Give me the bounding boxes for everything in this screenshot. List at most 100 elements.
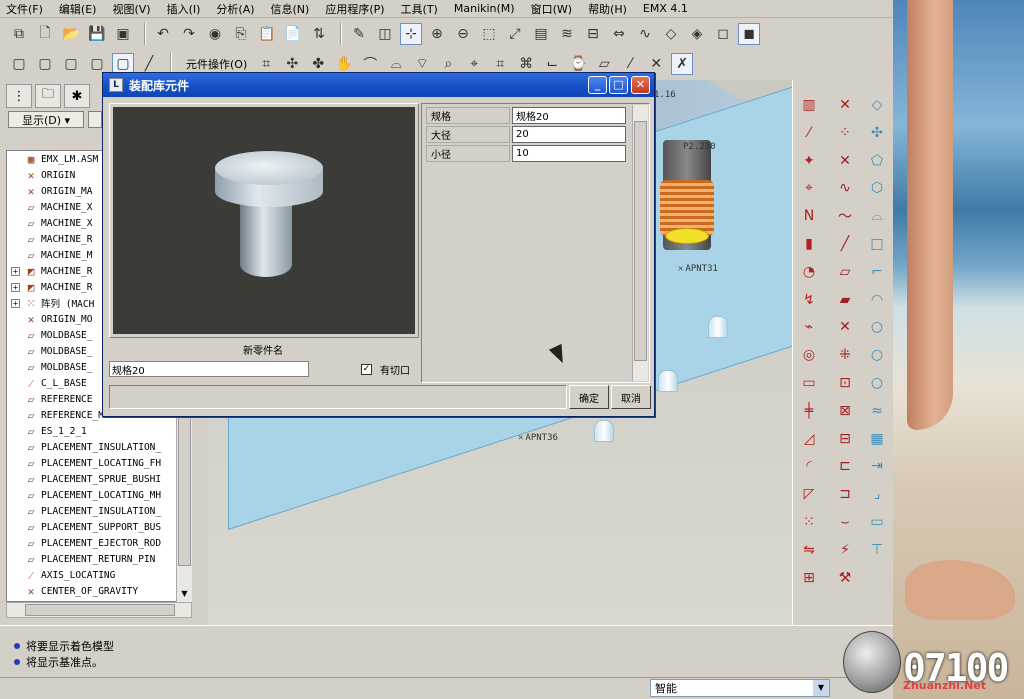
hole-icon[interactable]: ◎ (797, 344, 821, 366)
merge-icon[interactable]: ⊞ (797, 567, 821, 589)
square-icon[interactable]: □ (865, 233, 889, 255)
freestyle-icon[interactable]: ⬠ (865, 150, 889, 172)
extrude-icon[interactable]: ▮ (797, 233, 821, 255)
menu-item[interactable]: EMX 4.1 (643, 2, 688, 15)
corner-icon[interactable]: ⌐ (865, 261, 889, 283)
ok-button[interactable]: 确定 (569, 385, 609, 409)
spin-center-icon[interactable]: ⊹ (400, 23, 422, 45)
point-field-icon[interactable]: ✕ (833, 150, 857, 172)
revolve-icon[interactable]: ◔ (797, 261, 821, 283)
orient-icon[interactable]: ◫ (374, 23, 396, 45)
settings-menu-button[interactable] (88, 111, 102, 128)
tab-model-tree[interactable]: ⋮ (6, 84, 32, 108)
save-icon[interactable]: 💾 (86, 23, 108, 45)
point-offset-icon[interactable]: ⁘ (833, 122, 857, 144)
tee-icon[interactable]: ⊤ (865, 539, 889, 561)
draft-icon[interactable]: ◿ (797, 428, 821, 450)
paste-icon[interactable]: 📋 (256, 23, 278, 45)
analysis-icon[interactable]: ∿ (634, 23, 656, 45)
hidden-line-icon[interactable]: ◈ (686, 23, 708, 45)
expand-icon[interactable]: + (11, 266, 20, 276)
dialog-titlebar[interactable]: L 装配库元件 (103, 73, 654, 97)
tree-item[interactable]: ⁄ AXIS_LOCATING (7, 567, 191, 583)
arrow-tool-icon[interactable]: ⇥ (865, 455, 889, 477)
curve-from-eq-icon[interactable]: ⌣ (833, 511, 857, 533)
copy-icon[interactable]: ⎘ (230, 23, 252, 45)
ring-tool-2-icon[interactable]: ○ (865, 344, 889, 366)
cube-icon[interactable]: ▢ (8, 53, 30, 75)
datum-plane-tool-icon[interactable]: ▥ (797, 94, 821, 116)
table-scroll-thumb[interactable] (634, 121, 647, 361)
shading-icon[interactable]: ◼ (738, 23, 760, 45)
notch-checkbox-wrap[interactable]: ✓ 有切口 (361, 362, 410, 377)
expand-icon[interactable]: + (11, 298, 20, 308)
rib-icon[interactable]: ╪ (797, 400, 821, 422)
menu-item[interactable]: 窗口(W) (531, 1, 572, 17)
tab-folder-browser[interactable]: 🗀 (35, 84, 61, 108)
extend-icon[interactable]: ⊐ (833, 483, 857, 505)
notch-checkbox[interactable]: ✓ (361, 364, 372, 375)
menu-item[interactable]: 插入(I) (167, 1, 201, 17)
analysis-point-icon[interactable]: ⁜ (833, 344, 857, 366)
menu-item[interactable]: 工具(T) (401, 1, 438, 17)
cube-3-icon[interactable]: ▢ (60, 53, 82, 75)
curve-icon[interactable]: ∿ (833, 177, 857, 199)
repaint-icon[interactable]: ✎ (348, 23, 370, 45)
warp-icon[interactable]: ⬡ (865, 177, 889, 199)
component-ops-label[interactable]: 元件操作(O) (186, 56, 247, 72)
new-component-icon[interactable]: N (797, 205, 821, 227)
regenerate-icon[interactable]: ◉ (204, 23, 226, 45)
redo-icon[interactable]: ↷ (178, 23, 200, 45)
measure-icon[interactable]: ⇔ (608, 23, 630, 45)
tree-item[interactable]: ▱ PLACEMENT_RETURN_PIN (7, 551, 191, 567)
surface-tool-icon[interactable]: ◇ (865, 94, 889, 116)
show-menu-button[interactable]: 显示(D) ▾ (8, 111, 84, 128)
message-field[interactable] (109, 385, 567, 409)
hscroll-thumb[interactable] (25, 604, 175, 616)
param-value[interactable]: 规格20 (512, 107, 626, 124)
datum-point-tool-icon[interactable]: ✦ (797, 150, 821, 172)
menu-item[interactable]: 帮助(H) (588, 1, 627, 17)
paste-special-icon[interactable]: 📄 (282, 23, 304, 45)
point-icon[interactable]: ✕ (833, 316, 857, 338)
sort-icon[interactable]: ⇅ (308, 23, 330, 45)
shell-icon[interactable]: ▭ (797, 372, 821, 394)
menu-item[interactable]: Manikin(M) (454, 2, 515, 15)
zoom-out-icon[interactable]: ⊖ (452, 23, 474, 45)
no-hidden-icon[interactable]: ◻ (712, 23, 734, 45)
tree-item[interactable]: ▱ PLACEMENT_LOCATING_FH (7, 455, 191, 471)
menu-item[interactable]: 应用程序(P) (325, 1, 384, 17)
cancel-button[interactable]: 取消 (611, 385, 651, 409)
pattern-tool-icon[interactable]: ⁙ (797, 511, 821, 533)
table-scrollbar[interactable] (632, 105, 648, 381)
plane-icon[interactable]: ▱ (833, 261, 857, 283)
bolt-icon[interactable]: ⚡ (833, 539, 857, 561)
tree-item[interactable]: ▱ PLACEMENT_LOCATING_MH (7, 487, 191, 503)
menu-item[interactable]: 信息(N) (271, 1, 310, 17)
part-name-input[interactable]: 规格20 (109, 361, 309, 377)
filter-select[interactable]: 智能 ▼ (650, 679, 830, 697)
datum-axis-tool-icon[interactable]: ⁄ (797, 122, 821, 144)
grid-icon[interactable]: ▦ (865, 428, 889, 450)
scroll-down-icon[interactable]: ▼ (178, 587, 191, 601)
sketch-curve-icon[interactable]: ～ (833, 205, 857, 227)
undo-icon[interactable]: ↶ (152, 23, 174, 45)
csys-tool-icon[interactable]: ⌖ (797, 177, 821, 199)
reorient-icon[interactable]: ⤢ (504, 23, 526, 45)
saved-views-icon[interactable]: ▤ (530, 23, 552, 45)
view-manager-icon[interactable]: ⊟ (582, 23, 604, 45)
cube-2-icon[interactable]: ▢ (34, 53, 56, 75)
open-file-icon[interactable]: 📂 (60, 23, 82, 45)
minimize-icon[interactable]: _ (588, 76, 607, 94)
blend-icon[interactable]: ⌁ (797, 316, 821, 338)
fillet-icon[interactable]: ◠ (865, 289, 889, 311)
merge-quilt-icon[interactable]: ⊟ (833, 428, 857, 450)
tree-item[interactable]: ▱ PLACEMENT_INSULATION_ (7, 503, 191, 519)
tree-item[interactable]: ▱ PLACEMENT_EJECTOR_ROD (7, 535, 191, 551)
new-file-icon[interactable]: 🗋 (34, 23, 56, 45)
trim-icon[interactable]: ⊏ (833, 455, 857, 477)
box-tool-icon[interactable]: ▭ (865, 511, 889, 533)
layers-icon[interactable]: ≋ (556, 23, 578, 45)
boundary-icon[interactable]: ✣ (865, 122, 889, 144)
corner-tool-icon[interactable]: ⌟ (865, 483, 889, 505)
